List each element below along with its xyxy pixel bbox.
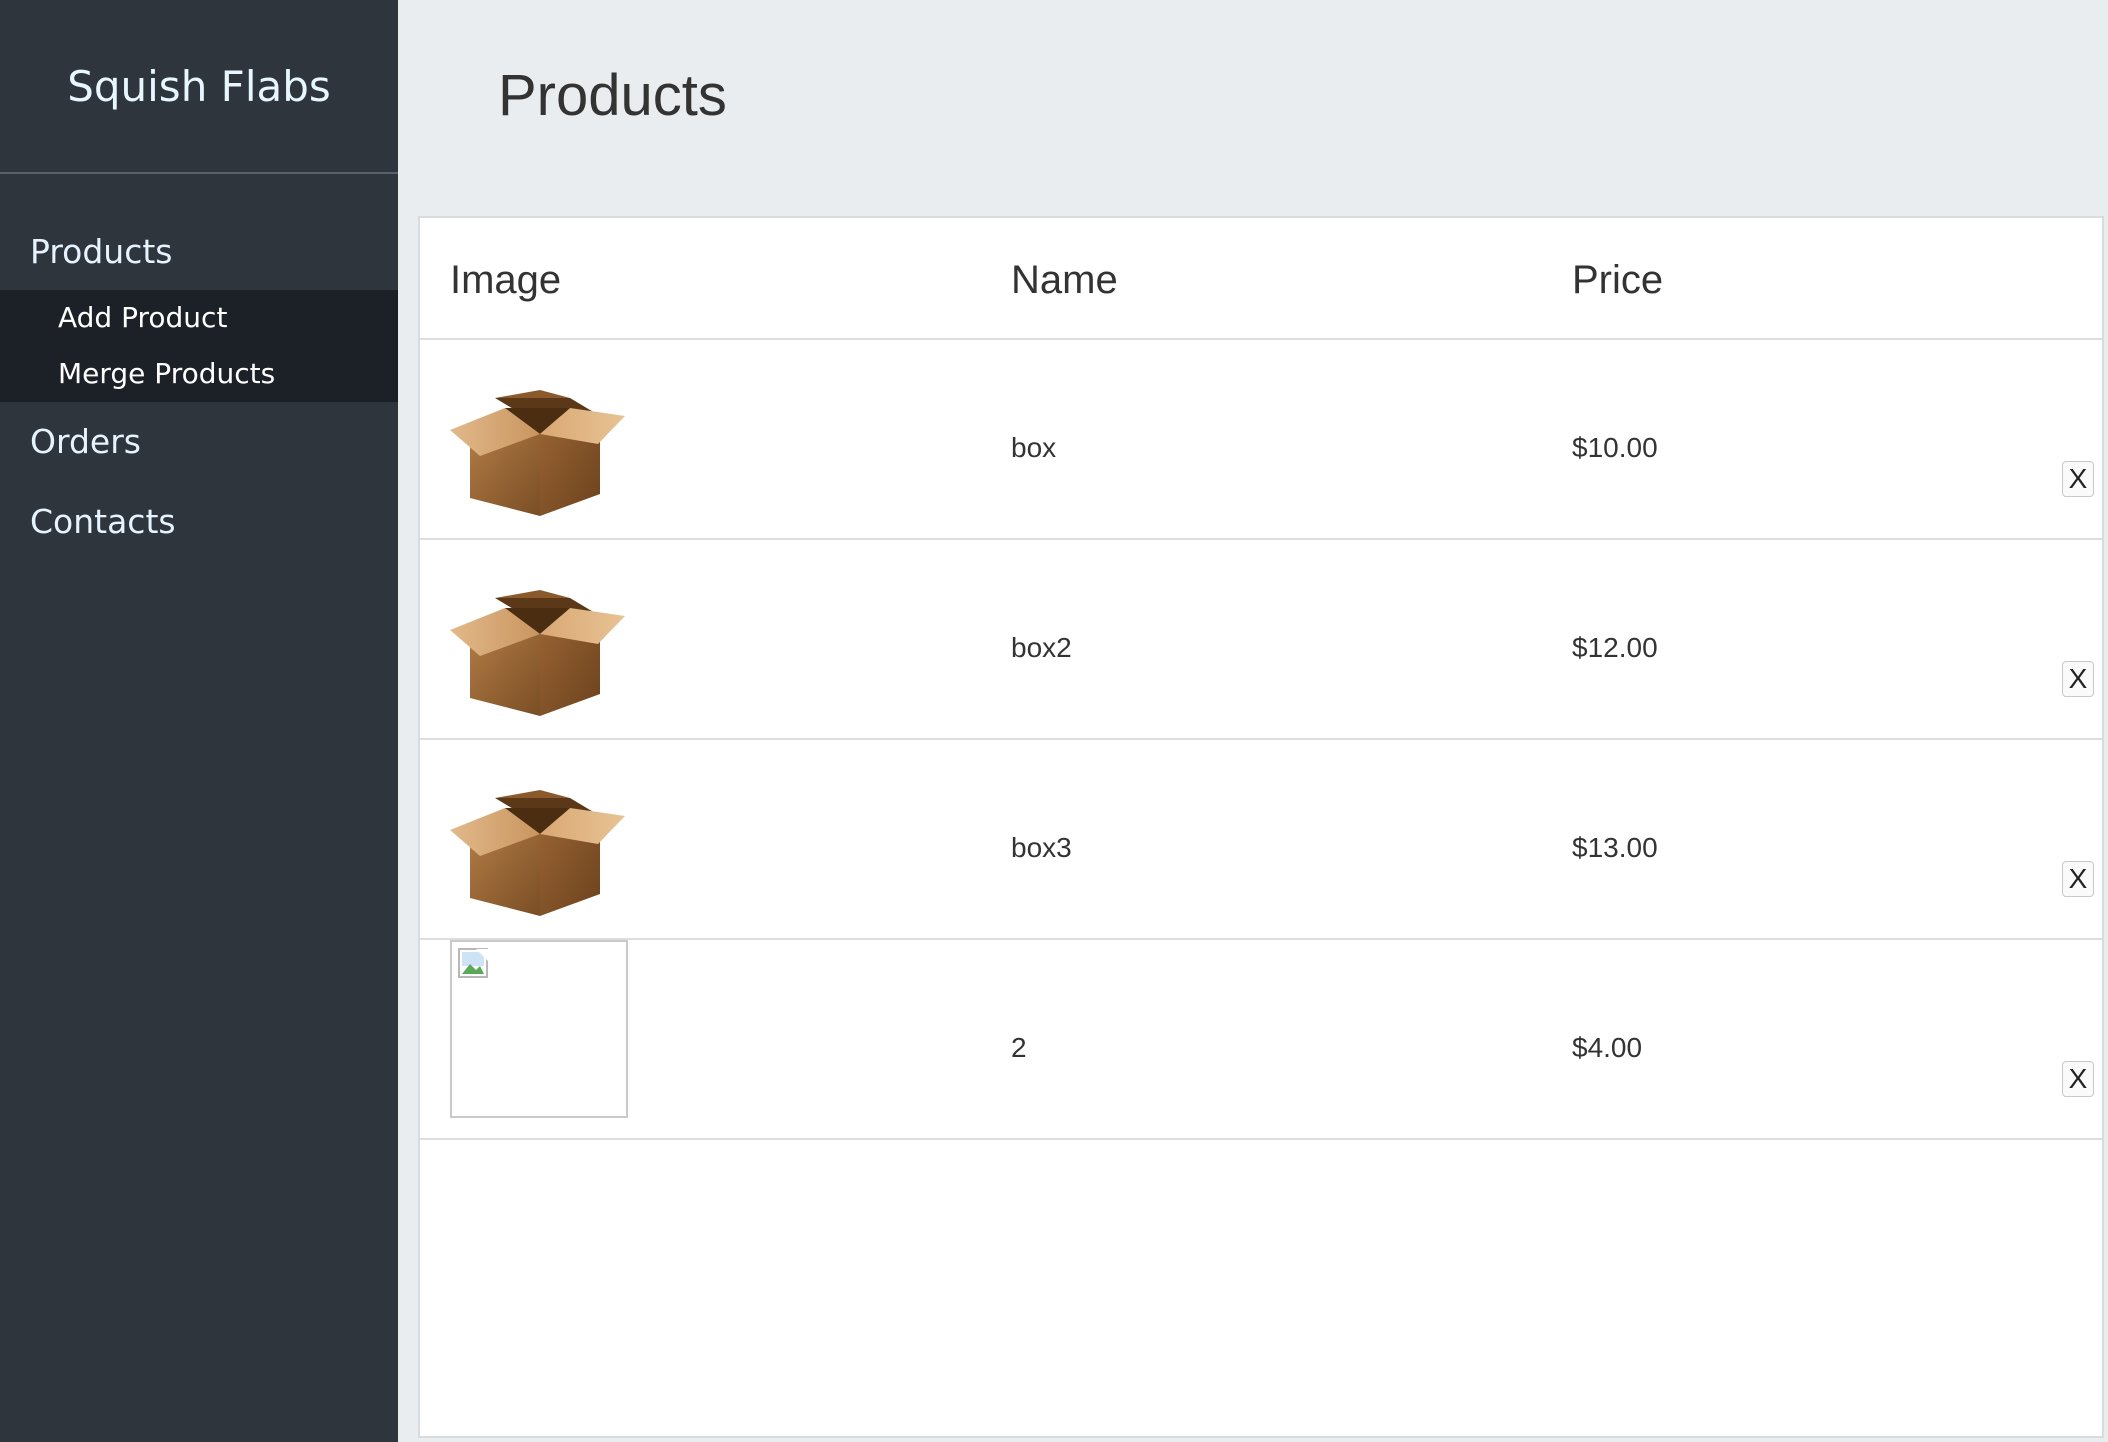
delete-button[interactable]: X — [2062, 461, 2094, 497]
broken-image-icon — [450, 940, 628, 1118]
product-name: box3 — [1011, 832, 1072, 863]
box-icon — [450, 790, 625, 916]
table-header: Image Name Price — [420, 218, 2102, 340]
product-price: $4.00 — [1572, 1032, 1643, 1063]
product-name: box — [1011, 432, 1057, 463]
sidebar-item-add-product[interactable]: Add Product — [0, 290, 398, 346]
table-row: 2 $4.00 X — [420, 940, 2102, 1140]
product-price: $13.00 — [1572, 832, 1658, 863]
table-row: box3 $13.00 X — [420, 740, 2102, 940]
box-icon — [450, 590, 625, 716]
column-header-image: Image — [450, 258, 562, 302]
column-header-price: Price — [1572, 258, 1664, 302]
main-content: Products Image Name Price box $10.00 X b… — [398, 0, 2108, 1442]
product-price: $10.00 — [1572, 432, 1658, 463]
delete-button[interactable]: X — [2062, 661, 2094, 697]
product-price: $12.00 — [1572, 632, 1658, 663]
sidebar-item-contacts[interactable]: Contacts — [0, 482, 398, 562]
product-name: box2 — [1011, 632, 1072, 663]
sidebar-item-merge-products[interactable]: Merge Products — [0, 346, 398, 402]
table-row: box $10.00 X — [420, 340, 2102, 540]
table-row: box2 $12.00 X — [420, 540, 2102, 740]
page-title: Products — [498, 63, 727, 128]
product-name: 2 — [1011, 1032, 1027, 1063]
sidebar-item-orders[interactable]: Orders — [0, 402, 398, 482]
delete-button[interactable]: X — [2062, 861, 2094, 897]
sidebar: Squish Flabs Products Add Product Merge … — [0, 0, 398, 1442]
sidebar-item-products[interactable]: Products — [0, 232, 398, 290]
delete-button[interactable]: X — [2062, 1061, 2094, 1097]
products-subnav: Add Product Merge Products — [0, 290, 398, 402]
box-icon — [450, 390, 625, 516]
broken-image-glyph — [458, 948, 488, 978]
column-header-name: Name — [1011, 258, 1118, 302]
products-table: Image Name Price box $10.00 X box2 $12.0… — [418, 216, 2104, 1438]
brand-title[interactable]: Squish Flabs — [0, 0, 398, 174]
